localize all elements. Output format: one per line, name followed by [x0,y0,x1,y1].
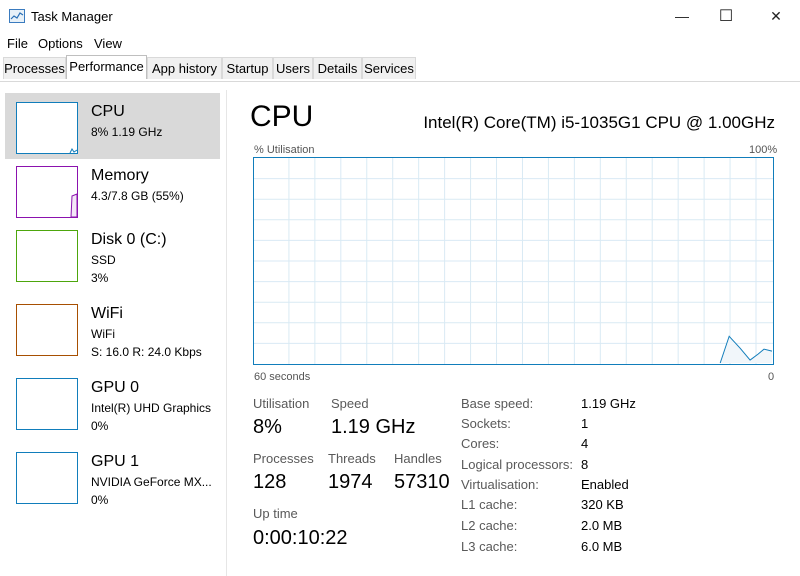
processes-value: 128 [253,471,287,493]
task-manager-icon [9,9,25,23]
uptime-value: 0:00:10:22 [253,527,348,549]
sidebar-item-detail: SSD [91,253,116,267]
utilisation-value: 8% [253,416,282,438]
menu-view[interactable]: View [94,36,122,51]
sidebar-item-cpu[interactable]: CPU 8% 1.19 GHz [5,93,220,159]
speed-value: 1.19 GHz [331,416,416,438]
minimize-icon: — [675,8,689,24]
close-button[interactable]: ✕ [753,0,799,32]
sidebar-item-wifi[interactable]: WiFi WiFi S: 16.0 R: 24.0 Kbps [5,295,220,361]
disk-thumbnail-icon [16,230,78,282]
handles-label: Handles [394,451,442,466]
maximize-button[interactable]: ☐ [703,0,749,32]
spec-label: Cores: [461,436,500,451]
sidebar-item-detail: WiFi [91,327,115,341]
cpu-utilisation-graph [253,157,774,365]
sidebar-item-detail-2: 3% [91,271,109,285]
cpu-model-name: Intel(R) Core(TM) i5-1035G1 CPU @ 1.00GH… [423,113,775,132]
resource-sidebar: CPU 8% 1.19 GHz Memory 4.3/7.8 GB (55%) … [0,90,224,576]
wifi-thumbnail-icon [16,304,78,356]
gpu0-thumbnail-icon [16,378,78,430]
spec-value: 1.19 GHz [581,396,636,411]
tab-details[interactable]: Details [313,57,362,79]
uptime-label: Up time [253,506,298,521]
sidebar-item-detail-2: 0% [91,419,109,433]
sidebar-item-detail-2: 0% [91,493,109,507]
spec-value: 4 [581,436,589,451]
page-title: CPU [250,100,314,133]
tab-bar: Processes Performance App history Startu… [0,55,800,82]
memory-thumbnail-icon [16,166,78,218]
spec-label: Logical processors: [461,457,573,472]
spec-value: Enabled [581,477,629,492]
spec-value: 6.0 MB [581,539,623,554]
menu-options[interactable]: Options [38,36,83,51]
gpu1-thumbnail-icon [16,452,78,504]
spec-label: Sockets: [461,416,511,431]
tab-app-history[interactable]: App history [147,57,222,79]
sidebar-item-label: GPU 0 [91,379,140,396]
tab-processes[interactable]: Processes [3,57,66,79]
sidebar-item-detail: Intel(R) UHD Graphics [91,401,212,415]
tab-performance[interactable]: Performance [66,55,147,79]
close-icon: ✕ [770,7,782,24]
handles-value: 57310 [394,471,450,493]
graph-x-right-label: 0 [768,371,775,383]
window-title: Task Manager [31,9,113,24]
tab-services[interactable]: Services [362,57,416,79]
sidebar-item-label: Memory [91,167,149,184]
graph-x-left-label: 60 seconds [254,371,311,383]
minimize-button[interactable]: — [659,0,705,32]
graph-y-max-label: 100% [749,144,778,156]
processes-label: Processes [253,451,314,466]
sidebar-item-label: CPU [91,103,125,120]
spec-value: 8 [581,457,589,472]
spec-label: Virtualisation: [461,477,539,492]
sidebar-item-disk[interactable]: Disk 0 (C:) SSD 3% [5,221,220,287]
threads-label: Threads [328,451,376,466]
sidebar-item-detail: NVIDIA GeForce MX... [91,475,212,489]
spec-label: L3 cache: [461,539,518,554]
threads-value: 1974 [328,471,373,493]
sidebar-item-label: GPU 1 [91,453,140,470]
sidebar-item-gpu-0[interactable]: GPU 0 Intel(R) UHD Graphics 0% [5,369,220,435]
graph-y-label: % Utilisation [254,144,315,156]
spec-value: 2.0 MB [581,518,623,533]
spec-label: L2 cache: [461,518,518,533]
title-bar: Task Manager — ☐ ✕ [0,0,800,32]
sidebar-item-detail: 4.3/7.8 GB (55%) [91,189,184,203]
tab-users[interactable]: Users [273,57,313,79]
sidebar-item-memory[interactable]: Memory 4.3/7.8 GB (55%) [5,157,220,223]
tab-startup[interactable]: Startup [222,57,273,79]
speed-label: Speed [331,396,369,411]
sidebar-item-label: Disk 0 (C:) [91,231,167,248]
sidebar-item-gpu-1[interactable]: GPU 1 NVIDIA GeForce MX... 0% [5,443,220,509]
maximize-icon: ☐ [718,8,734,25]
spec-label: Base speed: [461,396,534,411]
spec-value: 320 KB [581,497,624,512]
menu-bar: File Options View [0,33,800,53]
sidebar-item-label: WiFi [91,305,123,322]
sidebar-item-detail-2: S: 16.0 R: 24.0 Kbps [91,345,202,359]
sidebar-item-detail: 8% 1.19 GHz [91,125,163,139]
utilisation-label: Utilisation [253,396,310,411]
menu-file[interactable]: File [7,36,28,51]
cpu-thumbnail-icon [16,102,78,154]
spec-value: 1 [581,416,589,431]
spec-label: L1 cache: [461,497,518,512]
sidebar-divider [226,90,227,576]
